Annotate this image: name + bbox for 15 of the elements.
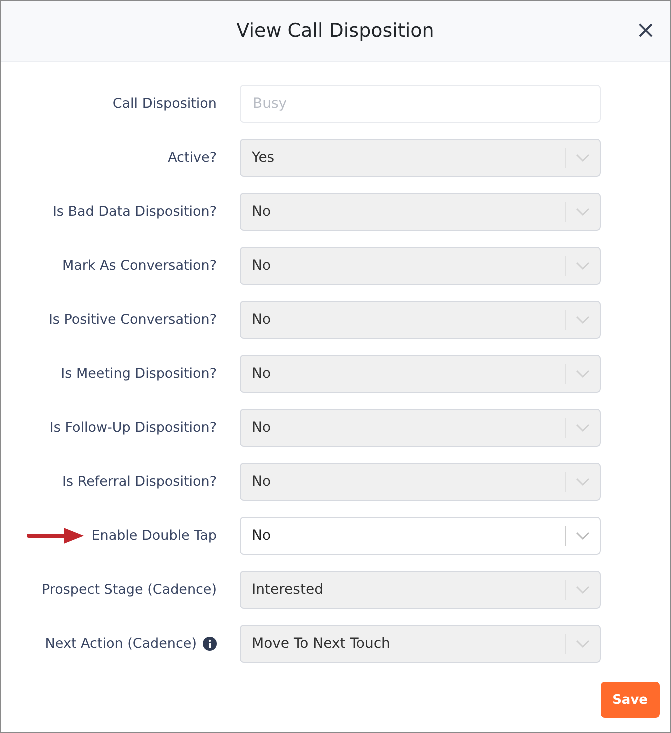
field-label: Is Follow-Up Disposition? bbox=[50, 420, 217, 436]
dialog-title: View Call Disposition bbox=[236, 20, 434, 42]
field-label: Enable Double Tap bbox=[92, 528, 217, 544]
field-label: Next Action (Cadence) bbox=[45, 636, 197, 652]
field-label: Mark As Conversation? bbox=[62, 258, 217, 274]
field-label: Is Referral Disposition? bbox=[62, 474, 217, 490]
field-label: Active? bbox=[168, 150, 217, 166]
text-field[interactable]: Busy bbox=[240, 85, 601, 123]
select-field[interactable]: No bbox=[240, 517, 601, 555]
close-button[interactable]: × bbox=[632, 18, 660, 42]
field-label: Is Bad Data Disposition? bbox=[52, 204, 217, 220]
field-label: Is Meeting Disposition? bbox=[61, 366, 217, 382]
field-label: Call Disposition bbox=[112, 96, 217, 112]
field-label: Prospect Stage (Cadence) bbox=[42, 582, 217, 598]
field-label: Is Positive Conversation? bbox=[48, 312, 217, 328]
